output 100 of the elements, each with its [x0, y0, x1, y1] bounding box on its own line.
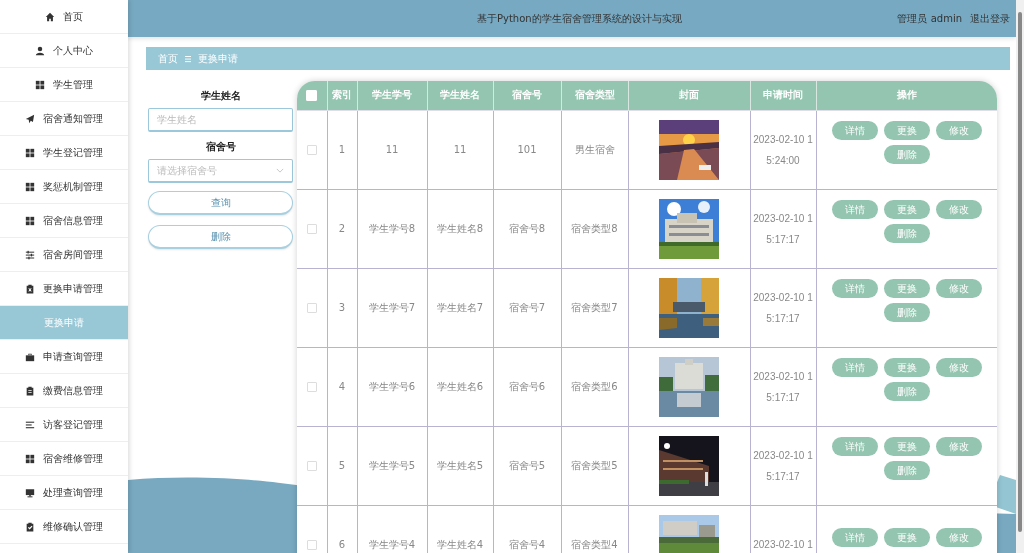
list-icon: [25, 419, 35, 430]
table-cell: 宿舍号5: [508, 459, 546, 471]
action-button[interactable]: 删除: [883, 145, 930, 164]
paper-plane-icon: [25, 113, 35, 124]
table-cell: 3: [338, 302, 346, 313]
text-field[interactable]: 学生姓名: [148, 108, 293, 132]
sidebar-item[interactable]: 缴费信息管理: [0, 374, 128, 408]
sidebar-item[interactable]: 奖惩机制管理: [0, 170, 128, 204]
briefcase-icon: [25, 351, 35, 362]
grid-icon: [25, 215, 35, 226]
grid-icon: [25, 147, 35, 158]
table-cell-text: 2023-02-10 15:24:00: [752, 132, 814, 168]
home-icon: [45, 11, 55, 22]
table-cell: 学生姓名7: [436, 301, 484, 313]
action-button[interactable]: 修改: [935, 528, 982, 547]
table-cell: 宿舍号6: [508, 380, 546, 392]
delete-button[interactable]: 删除: [148, 225, 293, 249]
table-cell: 学生姓名5: [436, 459, 484, 471]
table-cell: 2: [338, 223, 346, 234]
sidebar-item[interactable]: 宿舍维修管理: [0, 442, 128, 476]
action-button[interactable]: 修改: [935, 121, 982, 140]
breadcrumb-item[interactable]: 首页: [158, 51, 178, 66]
user-icon: [35, 45, 45, 56]
action-button[interactable]: 详情: [831, 279, 878, 298]
table-cell: 101: [517, 144, 537, 155]
action-button[interactable]: 更换: [883, 358, 930, 377]
field-label: 宿舍号: [204, 140, 237, 154]
table-cell: 6: [338, 539, 346, 550]
column-header[interactable]: 申请时间: [763, 89, 803, 101]
sidebar-item[interactable]: 宿舍通知管理: [0, 102, 128, 136]
scrollbar[interactable]: [1016, 0, 1024, 553]
action-button[interactable]: 详情: [831, 358, 878, 377]
grid-icon: [25, 181, 35, 192]
caret-icon: [276, 168, 284, 173]
sidebar-item[interactable]: 学生登记管理: [0, 136, 128, 170]
table-cell: 学生姓名8: [436, 222, 484, 234]
row-checkbox[interactable]: [306, 461, 317, 471]
row-checkbox[interactable]: [306, 224, 317, 234]
action-button[interactable]: 删除: [883, 303, 930, 322]
action-button[interactable]: 修改: [935, 358, 982, 377]
table-cell: 宿舍类型8: [571, 222, 618, 234]
table-cell: 学生学号6: [368, 380, 416, 392]
table-cell: 男生宿舍: [574, 143, 615, 155]
action-button[interactable]: 详情: [831, 200, 878, 219]
table-cell-text: 2023-02-10 15:17:17: [752, 369, 814, 405]
action-button[interactable]: 更换: [883, 437, 930, 456]
table-cell: 学生姓名4: [436, 538, 484, 550]
row-checkbox[interactable]: [306, 382, 317, 392]
table-cell: 宿舍号7: [508, 301, 546, 313]
sidebar-item[interactable]: 访客登记管理: [0, 408, 128, 442]
action-button[interactable]: 详情: [831, 437, 878, 456]
table-cell: 11: [385, 144, 399, 155]
action-button[interactable]: 详情: [831, 121, 878, 140]
column-header[interactable]: 索引: [332, 89, 352, 101]
sidebar-subitem[interactable]: 更换申请: [0, 306, 128, 340]
row-checkbox[interactable]: [306, 145, 317, 155]
column-header[interactable]: 学生姓名: [440, 89, 480, 101]
action-button[interactable]: 修改: [935, 200, 982, 219]
table-cell-text: 2023-02-10 1: [752, 538, 814, 552]
separator-icon: [184, 54, 192, 63]
sidebar-item[interactable]: 申请查询管理: [0, 340, 128, 374]
table-cell: 宿舍号4: [508, 538, 546, 550]
row-checkbox[interactable]: [306, 540, 317, 550]
table-cell: 宿舍类型6: [571, 380, 618, 392]
sidebar-item[interactable]: 个人中心: [0, 34, 128, 68]
action-button[interactable]: 更换: [883, 200, 930, 219]
table-cell: 11: [453, 144, 467, 155]
action-button[interactable]: 删除: [883, 461, 930, 480]
table-cell-text: 2023-02-10 15:17:17: [752, 290, 814, 326]
table-cell: 宿舍类型7: [571, 301, 618, 313]
action-button[interactable]: 详情: [831, 528, 878, 547]
grid-icon: [35, 79, 45, 90]
column-header[interactable]: 操作: [896, 89, 917, 101]
action-button[interactable]: 更换: [883, 279, 930, 298]
action-button[interactable]: 修改: [935, 437, 982, 456]
action-button[interactable]: 删除: [883, 224, 930, 243]
clipboard-icon: [25, 283, 35, 294]
action-button[interactable]: 修改: [935, 279, 982, 298]
sidebar-item[interactable]: 宿舍房间管理: [0, 238, 128, 272]
table-cell: 学生姓名6: [436, 380, 484, 392]
sidebar-item[interactable]: 学生管理: [0, 68, 128, 102]
action-button[interactable]: 更换: [883, 121, 930, 140]
select-all-checkbox[interactable]: [306, 90, 318, 101]
field-label: 学生姓名: [199, 89, 242, 103]
column-header[interactable]: 宿舍号: [512, 89, 542, 101]
column-header[interactable]: 宿舍类型: [574, 89, 615, 101]
row-checkbox[interactable]: [306, 303, 317, 313]
sidebar-item[interactable]: 宿舍信息管理: [0, 204, 128, 238]
sliders-icon: [25, 249, 35, 260]
column-header[interactable]: 学生学号: [372, 89, 412, 101]
table-cell: 学生学号7: [368, 301, 416, 313]
action-button[interactable]: 更换: [883, 528, 930, 547]
action-button[interactable]: 删除: [883, 382, 930, 401]
column-header[interactable]: 封面: [679, 89, 699, 101]
table-cell: 宿舍类型4: [571, 538, 618, 550]
grid-icon: [25, 453, 35, 464]
logout-link[interactable]: 退出登录: [970, 11, 1010, 26]
table-cell: 学生学号5: [368, 459, 416, 471]
select-field[interactable]: 请选择宿舍号: [148, 159, 293, 183]
search-button[interactable]: 查询: [148, 191, 293, 215]
